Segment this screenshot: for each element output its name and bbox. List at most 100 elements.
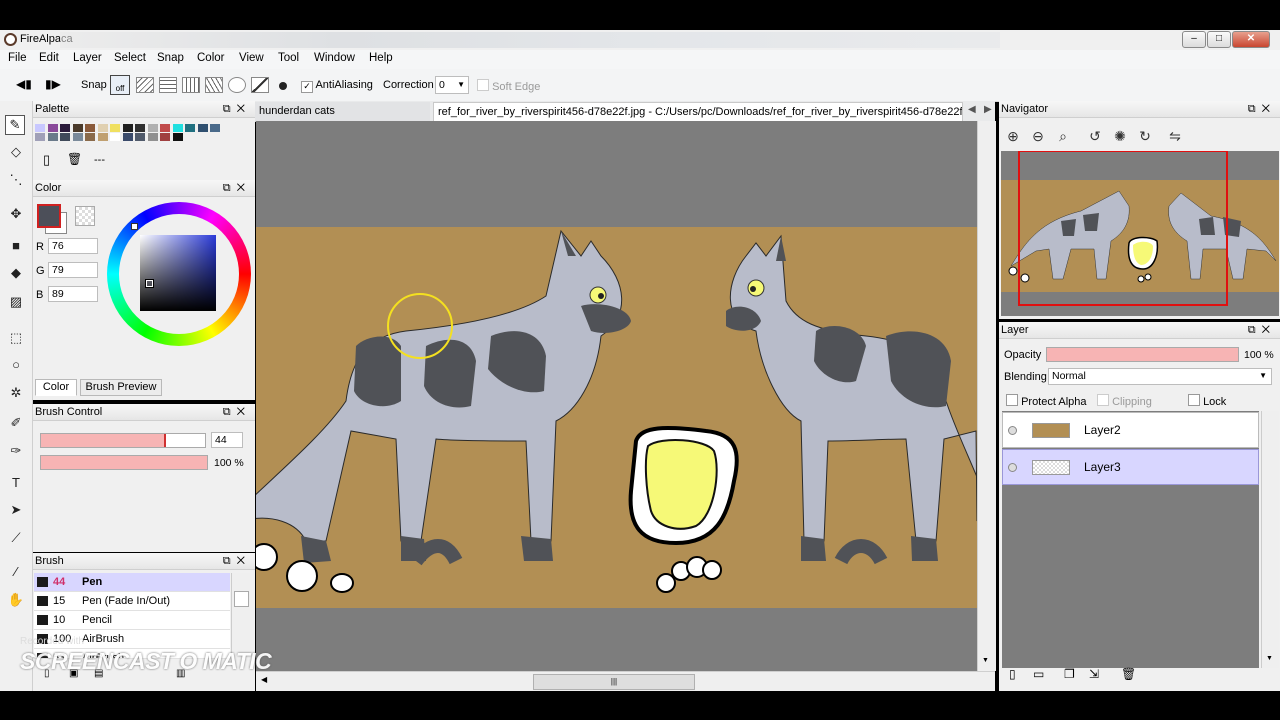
panel-float-close-icon[interactable]: ⧉✕ bbox=[223, 553, 251, 570]
rotate-left-icon[interactable]: ↺ bbox=[1086, 127, 1104, 145]
tab-document-ref-for-river[interactable]: ref_for_river_by_riverspirit456-d78e22f.… bbox=[433, 102, 963, 121]
text-tool-icon[interactable]: T bbox=[7, 474, 25, 492]
tab-color[interactable]: Color bbox=[35, 379, 77, 396]
palette-swatch[interactable] bbox=[47, 124, 58, 132]
palette-swatch[interactable] bbox=[60, 133, 70, 141]
select-pen-tool-icon[interactable]: ✐ bbox=[7, 414, 25, 432]
rotate-reset-icon[interactable]: ✺ bbox=[1111, 127, 1129, 145]
palette-swatch[interactable] bbox=[72, 133, 83, 141]
layer-opacity-slider[interactable] bbox=[1046, 347, 1239, 362]
palette-swatch[interactable] bbox=[110, 124, 120, 132]
blending-select[interactable]: Normal ▼ bbox=[1048, 368, 1272, 385]
next-frame-icon[interactable]: ▮▶ bbox=[45, 77, 61, 91]
layer-row-layer2[interactable]: Layer2 bbox=[1002, 412, 1259, 448]
palette-swatch[interactable] bbox=[147, 124, 158, 132]
divide-tool-icon[interactable]: ⟋ bbox=[7, 529, 25, 547]
palette-swatch[interactable] bbox=[210, 124, 220, 132]
select-eraser-tool-icon[interactable]: ✑ bbox=[7, 442, 25, 460]
r-field[interactable]: 76 bbox=[48, 238, 98, 254]
primary-color-swatch[interactable] bbox=[37, 204, 61, 228]
visibility-eye-icon[interactable] bbox=[1008, 463, 1017, 472]
saturation-value-square[interactable] bbox=[140, 235, 216, 311]
palette-swatch[interactable] bbox=[60, 124, 70, 132]
palette-swatch[interactable] bbox=[97, 133, 108, 141]
menu-window[interactable]: Window bbox=[314, 52, 355, 64]
palette-swatch[interactable] bbox=[172, 133, 183, 141]
snap-vanishing-button[interactable] bbox=[205, 77, 223, 93]
palette-swatch[interactable] bbox=[35, 124, 45, 132]
panel-float-close-icon[interactable]: ⧉✕ bbox=[223, 404, 251, 421]
brush-item-pencil[interactable]: 10 Pencil bbox=[34, 611, 230, 630]
eraser-tool-icon[interactable]: ◇ bbox=[7, 143, 25, 161]
move-tool-icon[interactable]: ✥ bbox=[7, 205, 25, 223]
palette-swatch[interactable] bbox=[85, 133, 95, 141]
new-folder-icon[interactable]: ▭ bbox=[1033, 667, 1044, 681]
palette-swatch[interactable] bbox=[47, 133, 58, 141]
maximize-button[interactable]: □ bbox=[1207, 31, 1231, 48]
snap-grid-button[interactable] bbox=[159, 77, 177, 93]
prev-frame-icon[interactable]: ◀▮ bbox=[16, 77, 32, 91]
new-layer-icon[interactable]: ▯ bbox=[1009, 667, 1016, 681]
magic-wand-tool-icon[interactable]: ✲ bbox=[7, 384, 25, 402]
drawing-canvas[interactable] bbox=[256, 121, 977, 671]
tab-brush-preview[interactable]: Brush Preview bbox=[80, 379, 162, 396]
palette-swatch[interactable] bbox=[147, 133, 158, 141]
panel-float-close-icon[interactable]: ⧉✕ bbox=[1248, 322, 1276, 339]
palette-swatch[interactable] bbox=[85, 124, 95, 132]
close-button[interactable]: ✕ bbox=[1232, 31, 1270, 48]
operation-tool-icon[interactable]: ➤ bbox=[7, 501, 25, 519]
tab-document-hunderdan[interactable]: hunderdan cats (UNFINISHED).png bbox=[255, 102, 430, 135]
panel-float-close-icon[interactable]: ⧉✕ bbox=[1248, 101, 1276, 118]
menu-color[interactable]: Color bbox=[197, 52, 224, 64]
panel-float-close-icon[interactable]: ⧉✕ bbox=[223, 180, 251, 197]
brush-size-field[interactable]: 44 bbox=[211, 432, 243, 448]
canvas-vertical-scrollbar[interactable]: ▼ bbox=[977, 121, 996, 671]
brush-opacity-slider[interactable] bbox=[40, 455, 208, 470]
palette-swatch[interactable] bbox=[110, 133, 120, 141]
canvas-horizontal-scrollbar[interactable]: ◀ ||| bbox=[256, 671, 995, 691]
b-field[interactable]: 89 bbox=[48, 286, 98, 302]
brush-size-slider[interactable] bbox=[40, 433, 206, 448]
palette-swatch[interactable] bbox=[185, 124, 195, 132]
palette-swatch[interactable] bbox=[135, 133, 145, 141]
zoom-in-icon[interactable]: ⊕ bbox=[1004, 127, 1022, 145]
bucket-tool-icon[interactable]: ◆ bbox=[7, 264, 25, 282]
select-tool-icon[interactable]: ⬚ bbox=[7, 329, 25, 347]
flip-horizontal-icon[interactable]: ⇋ bbox=[1166, 127, 1184, 145]
tab-prev-icon[interactable]: ◀ bbox=[968, 104, 976, 115]
trash-icon[interactable]: 🗑 bbox=[67, 152, 82, 166]
hand-tool-icon[interactable]: ✋ bbox=[7, 591, 25, 609]
clipping-checkbox[interactable]: Clipping bbox=[1097, 394, 1152, 408]
snap-cross-button[interactable] bbox=[182, 77, 200, 93]
brush-item-pen[interactable]: 44 Pen bbox=[34, 573, 230, 592]
layer-list-scrollbar[interactable]: ▼ bbox=[1261, 411, 1279, 668]
correction-select[interactable]: 0 ▼ bbox=[435, 76, 469, 94]
dot-tool-icon[interactable]: ⋱ bbox=[7, 171, 25, 189]
brush-item-pen-fade[interactable]: 15 Pen (Fade In/Out) bbox=[34, 592, 230, 611]
eyedropper-tool-icon[interactable]: ⁄ bbox=[7, 563, 25, 581]
lock-checkbox[interactable]: Lock bbox=[1188, 394, 1226, 408]
palette-swatch[interactable] bbox=[122, 133, 133, 141]
duplicate-layer-icon[interactable]: ❐ bbox=[1064, 667, 1075, 681]
menu-snap[interactable]: Snap bbox=[157, 52, 184, 64]
menu-layer[interactable]: Layer bbox=[73, 52, 102, 64]
zoom-out-icon[interactable]: ⊖ bbox=[1029, 127, 1047, 145]
panel-float-close-icon[interactable]: ⧉✕ bbox=[223, 101, 251, 118]
zoom-fit-icon[interactable]: ⌕ bbox=[1054, 127, 1072, 145]
lasso-tool-icon[interactable]: ○ bbox=[7, 356, 25, 374]
pen-tool-icon[interactable]: ✎ bbox=[5, 115, 25, 135]
snap-curve-button[interactable] bbox=[251, 77, 269, 93]
navigator-preview[interactable] bbox=[1001, 151, 1279, 316]
layer-row-layer3[interactable]: Layer3 bbox=[1002, 449, 1259, 485]
menu-tool[interactable]: Tool bbox=[278, 52, 299, 64]
horizontal-scroll-thumb[interactable]: ||| bbox=[533, 674, 695, 690]
minimize-button[interactable]: – bbox=[1182, 31, 1206, 48]
g-field[interactable]: 79 bbox=[48, 262, 98, 278]
delete-layer-icon[interactable]: 🗑 bbox=[1121, 667, 1136, 681]
gradient-tool-icon[interactable]: ▨ bbox=[7, 293, 25, 311]
menu-view[interactable]: View bbox=[239, 52, 264, 64]
rotate-right-icon[interactable]: ↻ bbox=[1136, 127, 1154, 145]
menu-edit[interactable]: Edit bbox=[39, 52, 59, 64]
tab-next-icon[interactable]: ▶ bbox=[984, 104, 992, 115]
palette-swatch[interactable] bbox=[72, 124, 83, 132]
